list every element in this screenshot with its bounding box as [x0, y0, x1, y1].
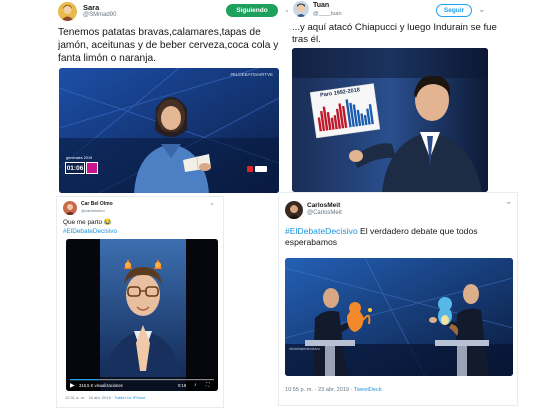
- author-name[interactable]: Car Bel Olmo: [81, 201, 113, 207]
- tweet-carlosmeit: CarlosMeit @CarlosMeit ⌄ #ElDebateDecisi…: [278, 192, 518, 406]
- debate-studio-image: [59, 68, 279, 193]
- tve-logo-2: [255, 166, 267, 172]
- snapchat-filter-video: [66, 239, 218, 391]
- chevron-down-icon[interactable]: ⌄: [505, 196, 513, 207]
- avatar[interactable]: [293, 1, 309, 17]
- chevron-down-icon[interactable]: ⌄: [209, 199, 215, 207]
- volume-icon[interactable]: ♪: [194, 382, 197, 388]
- following-button[interactable]: Siguiendo: [226, 4, 278, 17]
- tweet-photo[interactable]: /eldebatedecisivo: [285, 258, 513, 376]
- tweet-sara: Sara @SMmad90 Siguiendo ⌄ Tenemos patata…: [46, 0, 288, 198]
- tve-logo: [247, 166, 253, 172]
- debate-clock: 01:06: [65, 162, 85, 174]
- author-handle[interactable]: @carbelolmo: [81, 208, 105, 213]
- avatar-image: [287, 205, 301, 219]
- avatar[interactable]: [63, 201, 77, 215]
- tweet-timestamp[interactable]: 10:55 p. m. · 23 abr. 2019: [285, 387, 349, 393]
- tweet-video[interactable]: #ELDEBATEenRTVE generales 2019 01:06: [59, 68, 279, 193]
- author-name[interactable]: Sara: [83, 3, 99, 12]
- author-handle[interactable]: @CarlosMeit: [307, 210, 342, 216]
- tweet-source[interactable]: Twitter for iPhone: [114, 395, 145, 400]
- avatar-image: [65, 204, 75, 215]
- tweet-photo[interactable]: Paro 1992-2018: [292, 48, 488, 192]
- tweet-tuan: Tuan @____tuan Seguir ⌄ ...y aquí atacó …: [288, 0, 498, 198]
- pink-speaker-badge: [86, 162, 98, 174]
- author-handle[interactable]: @____tuan: [313, 11, 342, 17]
- avatar-image: [61, 5, 74, 21]
- hashtag-link[interactable]: #ElDebateDecisivo: [63, 228, 117, 236]
- tweet-text: Tenemos patatas bravas,calamares,tapas d…: [58, 27, 279, 64]
- tweet-text: ...y aquí atacó Chiapucci y luego Indura…: [292, 22, 497, 45]
- laughing-emoji: 😂: [103, 219, 112, 226]
- view-count: 316,5 K visualizaciones: [79, 383, 123, 388]
- avatar[interactable]: [58, 2, 77, 21]
- follow-button[interactable]: Seguir: [436, 4, 472, 17]
- chevron-down-icon[interactable]: ⌄: [478, 4, 486, 15]
- author-name[interactable]: CarlosMeit: [307, 202, 340, 209]
- tweet-timestamp[interactable]: 12:31 a. m. · 24 abr. 2019: [65, 395, 111, 400]
- debate-chart-photo: [292, 48, 488, 192]
- debate-pokemon-photo: [285, 258, 513, 376]
- hashtag-link[interactable]: #ElDebateDecisivo: [285, 226, 358, 236]
- avatar-image: [296, 3, 306, 17]
- photo-watermark: /eldebatedecisivo: [289, 346, 320, 351]
- video-time: 0:16: [178, 383, 187, 388]
- tweet-carbelolmo: Car Bel Olmo @carbelolmo ⌄ Que me parto …: [56, 196, 224, 408]
- play-icon[interactable]: ▶: [70, 382, 75, 389]
- fullscreen-icon[interactable]: ⛶: [206, 382, 210, 388]
- tweet-text-line: Que me parto 😂: [63, 219, 112, 227]
- hashtag-banner: #ELDEBATEenRTVE: [230, 72, 273, 77]
- tweet-text-block: #ElDebateDecisivo El verdadero debate qu…: [285, 226, 515, 247]
- tweet-meta: 10:55 p. m. · 23 abr. 2019 · TweetDeck: [285, 387, 382, 393]
- author-handle[interactable]: @SMmad90: [83, 12, 116, 18]
- tweet-video[interactable]: ▶ 316,5 K visualizaciones 0:16 ♪ ⛶: [66, 239, 218, 391]
- tweet-meta: 12:31 a. m. · 24 abr. 2019 · Twitter for…: [65, 395, 145, 400]
- tweet-text: Que me parto: [63, 219, 103, 226]
- author-name[interactable]: Tuan: [313, 2, 329, 9]
- clock-label: generales 2019: [66, 156, 93, 160]
- tweet-source[interactable]: TweetDeck: [354, 387, 382, 393]
- avatar[interactable]: [285, 201, 303, 219]
